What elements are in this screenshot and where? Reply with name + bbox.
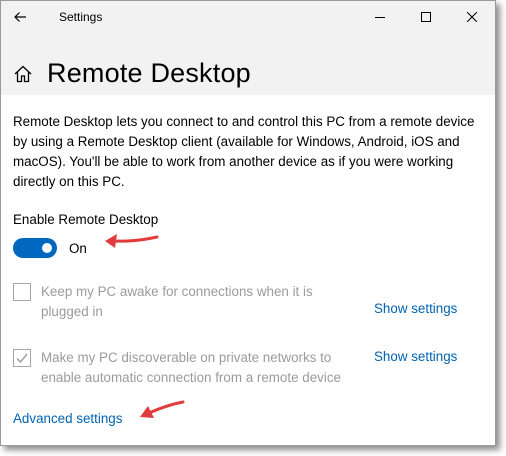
minimize-button[interactable]	[357, 1, 403, 33]
toggle-knob	[42, 243, 52, 253]
keep-awake-label: Keep my PC awake for connections when it…	[41, 284, 313, 319]
enable-remote-desktop-label: Enable Remote Desktop	[13, 212, 159, 227]
show-settings-link-2[interactable]: Show settings	[374, 349, 457, 364]
checkmark-icon	[16, 353, 28, 364]
window-title: Settings	[59, 10, 103, 24]
maximize-button[interactable]	[403, 1, 449, 33]
close-icon	[467, 12, 477, 22]
show-settings-link-1[interactable]: Show settings	[374, 301, 457, 316]
toggle-state-label: On	[69, 241, 87, 256]
discoverable-label: Make my PC discoverable on private netwo…	[41, 350, 341, 385]
annotation-arrow-icon	[105, 234, 159, 248]
home-icon	[14, 65, 32, 83]
description-text: Remote Desktop lets you connect to and c…	[13, 114, 475, 189]
annotation-arrow-icon	[140, 400, 185, 418]
discoverable-checkbox[interactable]	[13, 349, 31, 367]
page-title: Remote Desktop	[47, 58, 251, 88]
maximize-icon	[421, 12, 431, 22]
close-button[interactable]	[449, 1, 495, 33]
advanced-settings-link[interactable]: Advanced settings	[13, 411, 122, 426]
settings-window: Settings Remote Desktop Remote Desktop l…	[0, 0, 496, 446]
title-bar: Settings	[1, 1, 495, 33]
enable-remote-desktop-toggle[interactable]	[13, 238, 57, 258]
back-button[interactable]	[9, 6, 33, 28]
page-header: Remote Desktop	[1, 33, 495, 95]
back-arrow-icon	[14, 12, 26, 22]
keep-awake-checkbox[interactable]	[13, 283, 31, 301]
minimize-icon	[375, 17, 385, 18]
